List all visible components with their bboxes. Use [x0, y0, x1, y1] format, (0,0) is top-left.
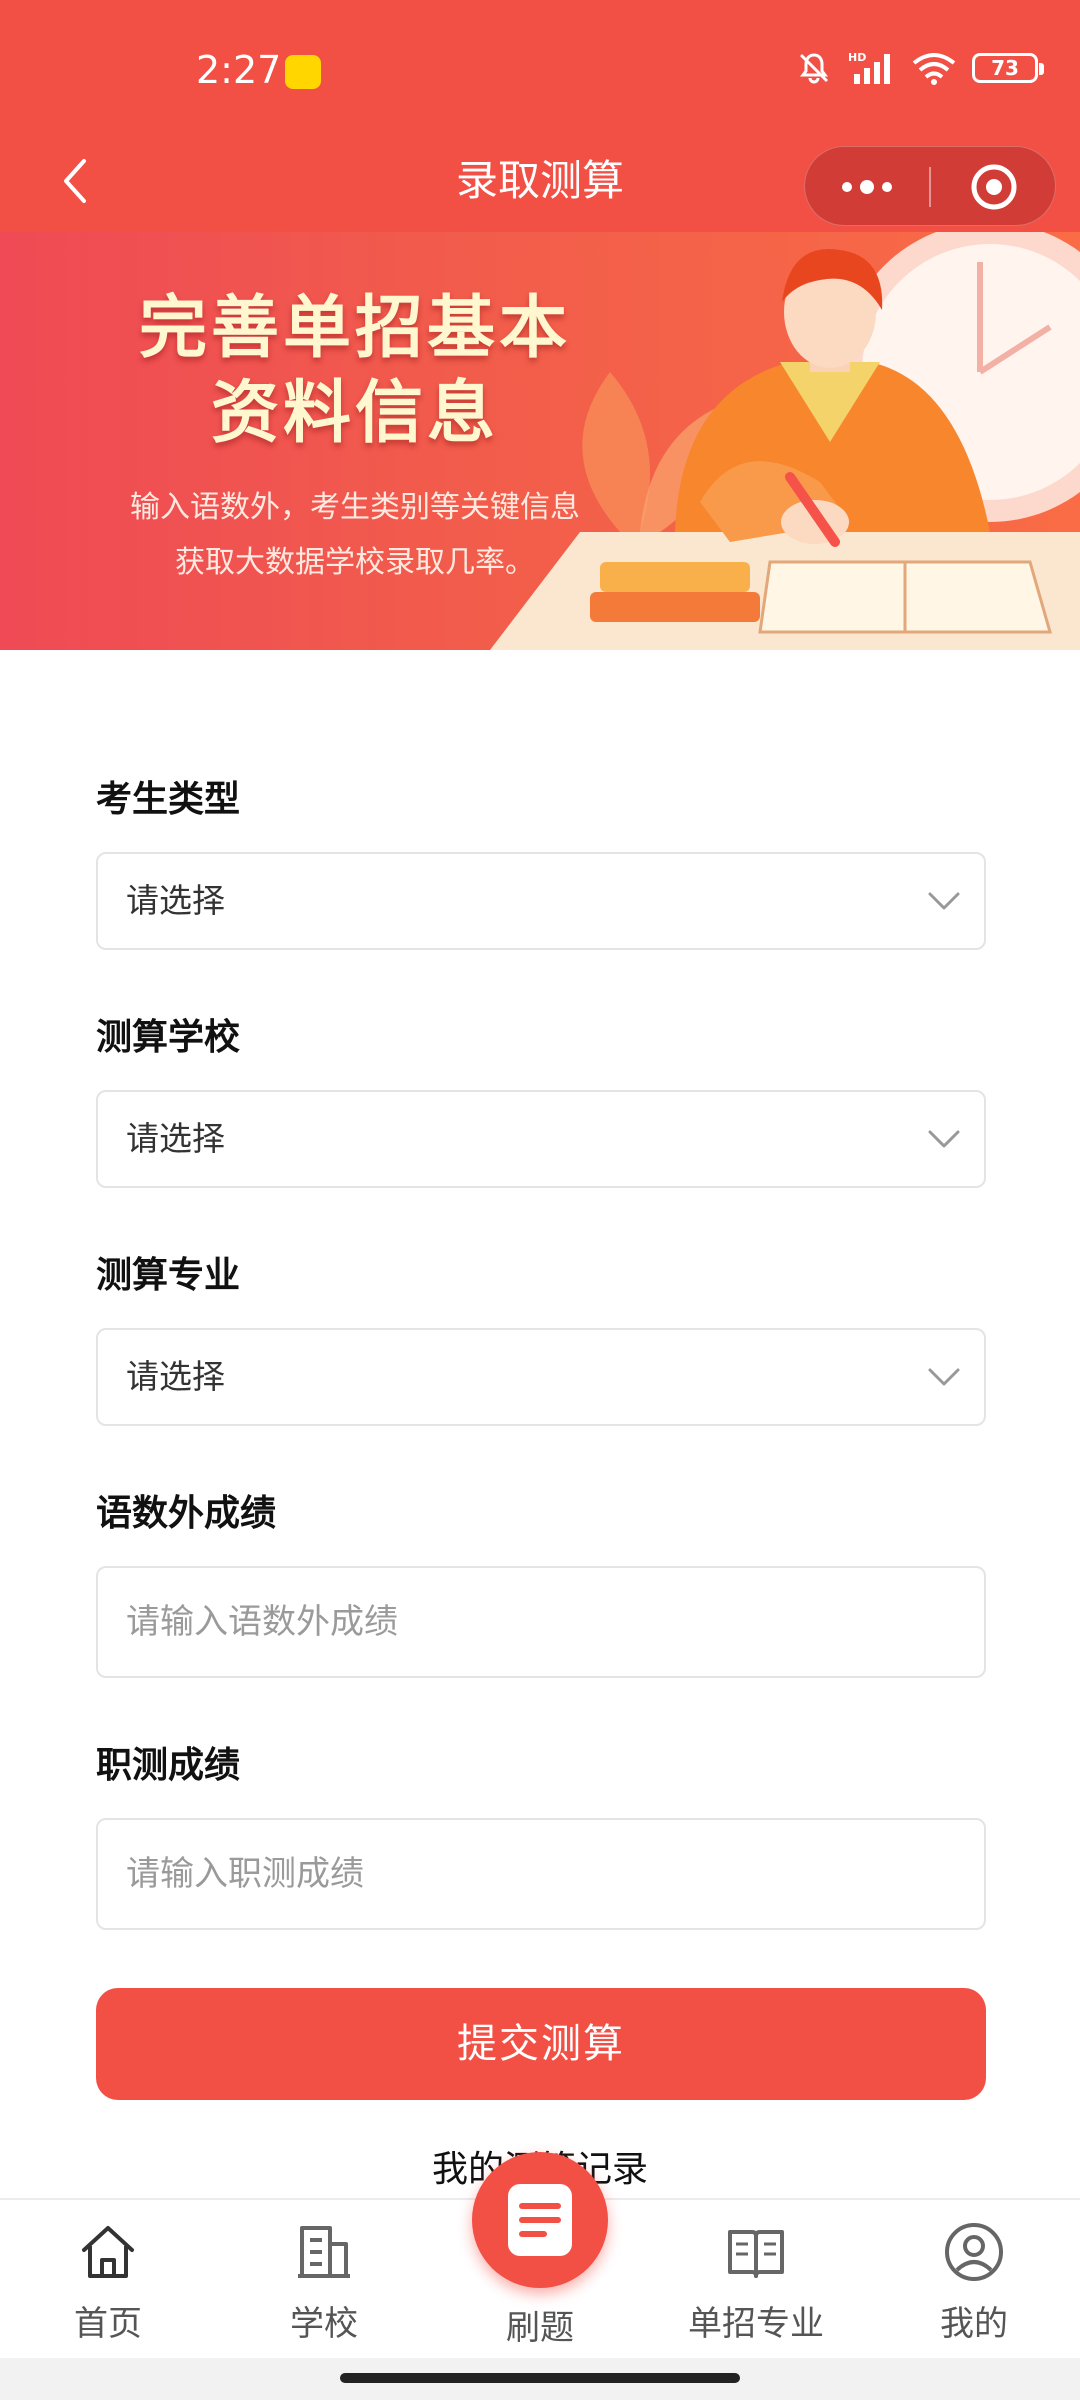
book-icon — [728, 2230, 784, 2278]
school-label: 测算学校 — [96, 1017, 241, 1058]
tab-practice-label: 刷题 — [506, 2308, 574, 2348]
school-value: 请选择 — [126, 1119, 225, 1158]
chinese-math-english-label: 语数外成绩 — [96, 1493, 277, 1534]
status-indicators: HD 73 — [796, 50, 1044, 86]
vocational-score-field[interactable] — [96, 1818, 986, 1930]
close-miniprogram-button[interactable] — [931, 147, 1057, 227]
submit-button[interactable]: 提交测算 — [96, 1988, 986, 2100]
chevron-down-icon — [928, 892, 960, 910]
student-illustration — [490, 232, 1080, 650]
tab-school[interactable]: 学校 — [244, 2220, 404, 2350]
student-type-label: 考生类型 — [96, 779, 241, 820]
school-select[interactable]: 请选择 — [96, 1090, 986, 1188]
vocational-score-input[interactable] — [98, 1820, 984, 1928]
major-value: 请选择 — [126, 1357, 225, 1396]
chinese-math-english-input[interactable] — [98, 1568, 984, 1676]
home-icon — [82, 2226, 134, 2278]
tab-home[interactable]: 首页 — [28, 2220, 188, 2350]
tab-practice[interactable] — [472, 2152, 608, 2288]
tab-me[interactable]: 我的 — [894, 2220, 1054, 2350]
mute-bell-icon — [799, 53, 829, 84]
more-button[interactable] — [805, 147, 929, 227]
tab-school-label: 学校 — [290, 2304, 358, 2344]
nav-bar: 录取测算 — [0, 130, 1080, 232]
building-icon — [298, 2226, 350, 2278]
document-icon — [508, 2184, 572, 2256]
vocational-score-label: 职测成绩 — [96, 1745, 241, 1786]
home-indicator[interactable] — [340, 2373, 740, 2383]
chinese-math-english-field[interactable] — [96, 1566, 986, 1678]
more-dots-icon — [842, 180, 892, 194]
student-type-select[interactable]: 请选择 — [96, 852, 986, 950]
tab-home-label: 首页 — [74, 2304, 142, 2344]
chevron-down-icon — [928, 1368, 960, 1386]
status-time: 2:27 — [196, 48, 282, 92]
wifi-icon — [912, 53, 956, 85]
svg-text:HD: HD — [848, 51, 866, 64]
target-circle-icon — [971, 164, 1017, 210]
miniprogram-capsule — [804, 146, 1056, 226]
tab-majors[interactable]: 单招专业 — [676, 2220, 836, 2350]
banner: 完善单招基本 资料信息 输入语数外，考生类别等关键信息 获取大数据学校录取几率。 — [0, 232, 1080, 650]
tab-me-label: 我的 — [940, 2304, 1008, 2344]
battery-icon: 73 — [972, 53, 1044, 83]
tab-majors-label: 单招专业 — [688, 2304, 824, 2344]
student-type-value: 请选择 — [126, 881, 225, 920]
app-badge-icon — [285, 55, 321, 89]
chevron-down-icon — [928, 1130, 960, 1148]
user-icon — [945, 2223, 1003, 2281]
major-label: 测算专业 — [96, 1255, 241, 1296]
status-bar: 2:27 HD 73 — [0, 0, 1080, 130]
major-select[interactable]: 请选择 — [96, 1328, 986, 1426]
signal-icon: HD — [848, 51, 890, 84]
